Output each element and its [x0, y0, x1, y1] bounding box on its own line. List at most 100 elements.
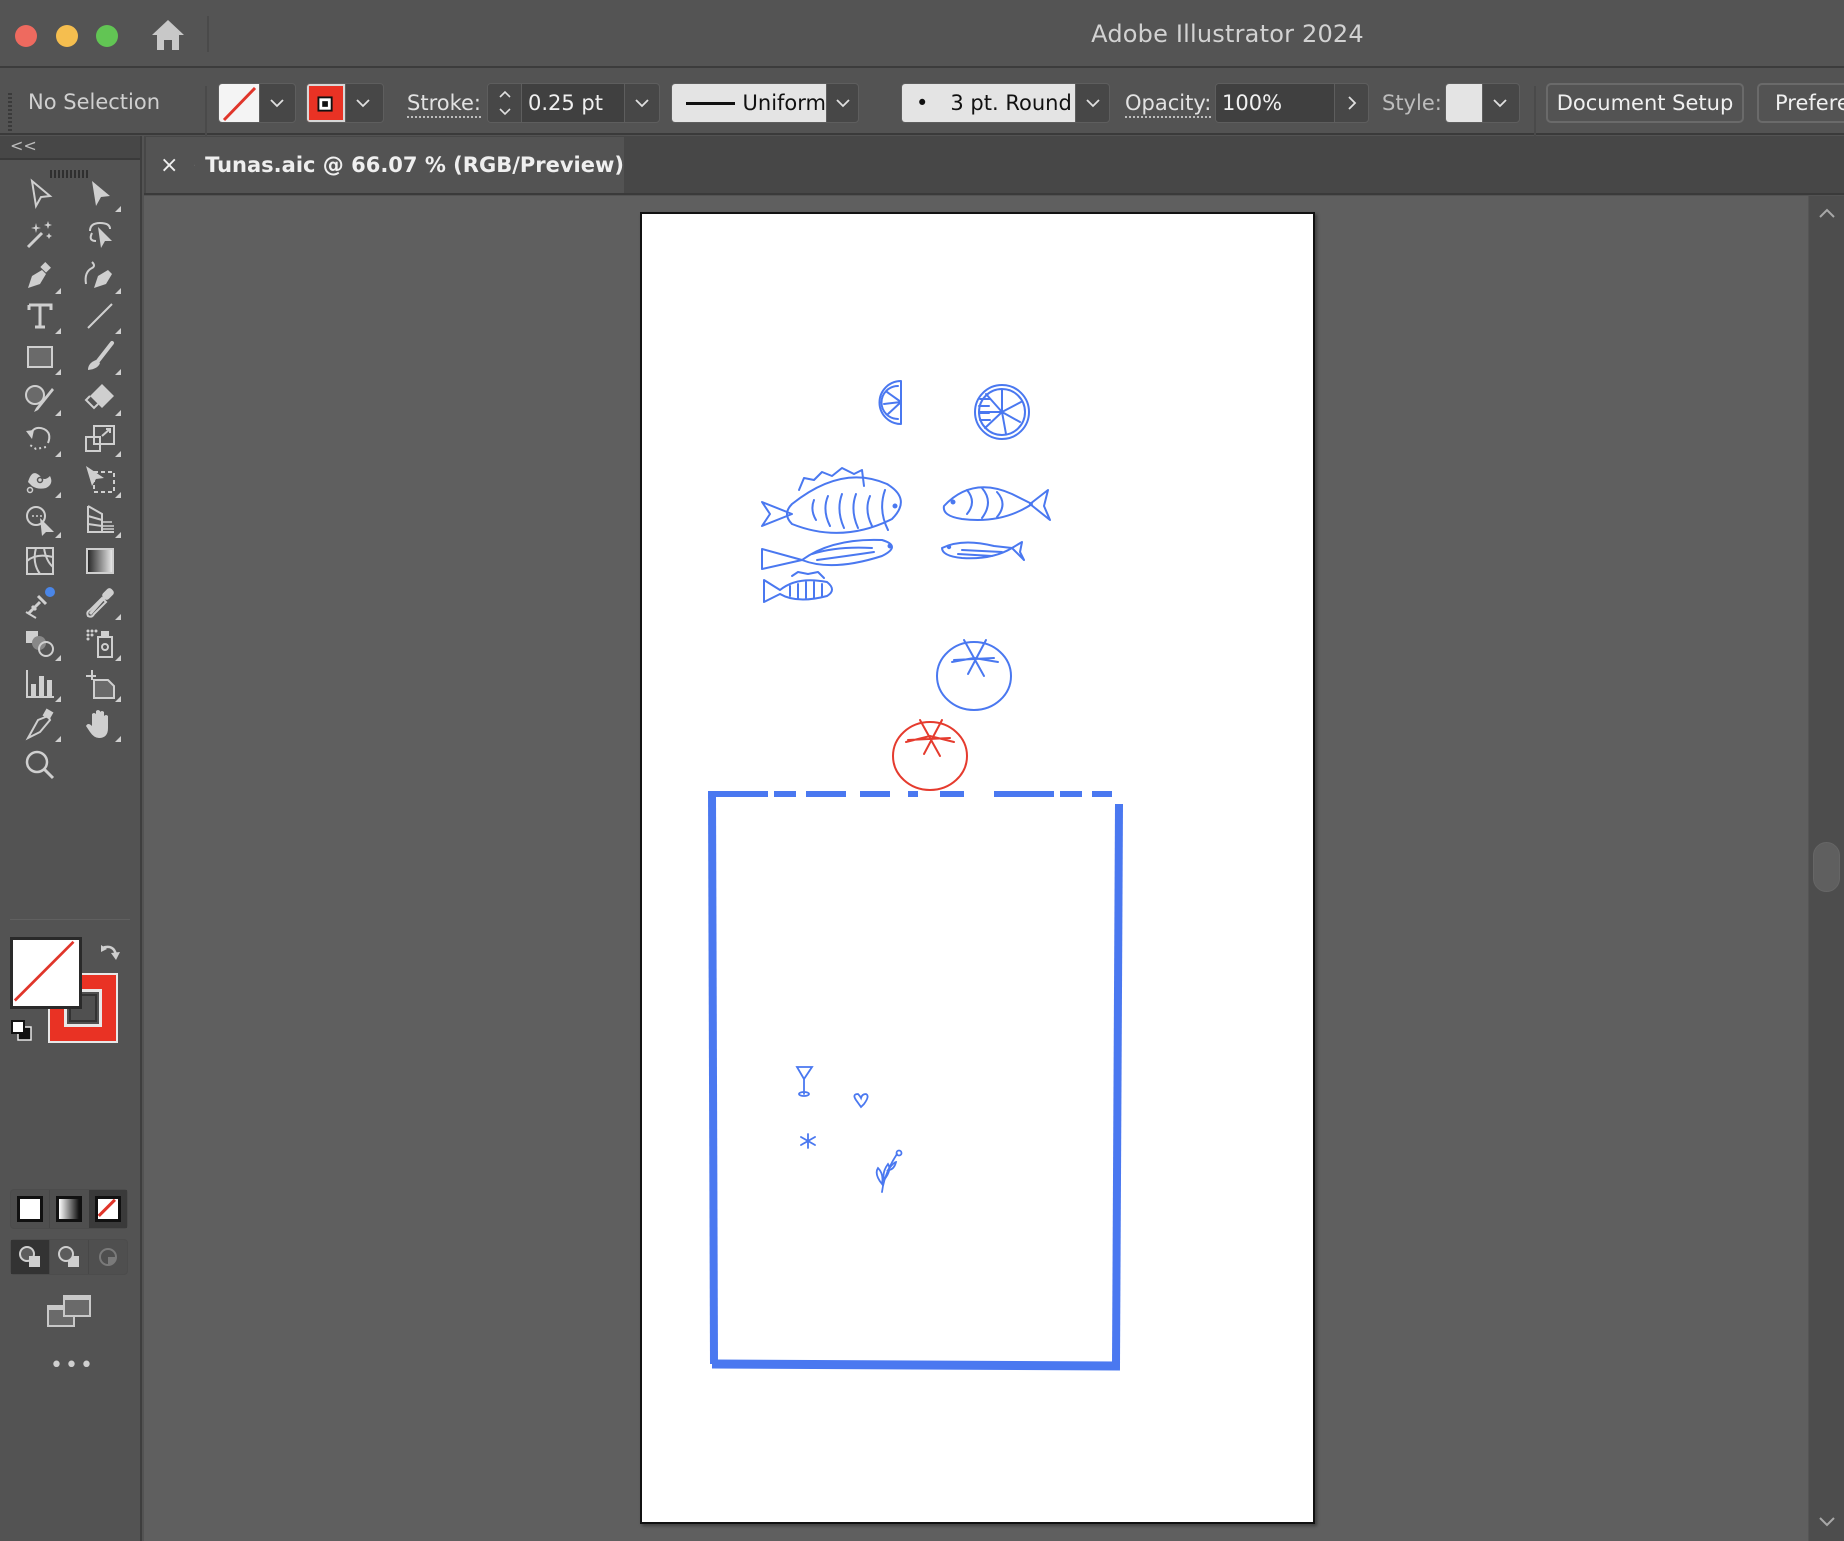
rotate-tool[interactable] — [15, 417, 65, 461]
profile-dropdown[interactable] — [826, 84, 858, 122]
style-swatch[interactable] — [1446, 84, 1482, 122]
scroll-up-icon[interactable] — [1818, 206, 1836, 220]
style-label: Style: — [1382, 91, 1442, 115]
color-mode-color[interactable] — [11, 1190, 49, 1228]
red-tomato-illustration[interactable] — [892, 719, 968, 791]
style-dropdown[interactable] — [1482, 84, 1516, 122]
long-fish-illustration[interactable] — [761, 538, 893, 570]
mesh-tool[interactable] — [15, 539, 65, 583]
brush-frame-illustration[interactable] — [708, 791, 1123, 1371]
vertical-scrollbar[interactable] — [1808, 196, 1844, 1541]
document-setup-button[interactable]: Document Setup — [1546, 83, 1744, 123]
opacity-expand[interactable] — [1334, 84, 1368, 122]
lemon-half-illustration[interactable] — [878, 380, 902, 425]
shaper-tool[interactable] — [15, 376, 65, 420]
document-tab[interactable]: × Tunas.aic @ 66.07 % (RGB/Preview) — [146, 137, 624, 193]
heart-illustration[interactable] — [853, 1093, 869, 1109]
artwork — [708, 380, 1123, 1371]
lasso-tool[interactable] — [75, 213, 125, 257]
draw-behind-button[interactable] — [49, 1240, 88, 1274]
eyedropper-tool[interactable] — [75, 580, 125, 624]
sardine-illustration[interactable] — [941, 541, 1025, 561]
column-graph-tool[interactable] — [15, 662, 65, 706]
curvature-icon — [84, 260, 112, 288]
scale-tool[interactable] — [75, 417, 125, 461]
draw-behind-icon — [58, 1246, 79, 1267]
shape-builder-tool[interactable] — [15, 498, 65, 542]
magic-wand-tool[interactable] — [15, 213, 65, 257]
perspective-grid-tool[interactable] — [75, 498, 125, 542]
fish-right-illustration[interactable] — [942, 486, 1051, 521]
direct-selection-tool[interactable] — [75, 172, 125, 216]
draw-normal-button[interactable] — [11, 1240, 49, 1274]
draw-inside-button[interactable] — [88, 1240, 127, 1274]
solid-color-icon — [17, 1196, 44, 1222]
stroke-label[interactable]: Stroke: — [407, 91, 481, 118]
collapse-panel-icon[interactable]: << — [10, 136, 37, 155]
hand-tool[interactable] — [75, 702, 125, 746]
fill-dropdown-arrow[interactable] — [259, 84, 293, 122]
sprig-illustration[interactable] — [875, 1149, 903, 1193]
blend-tool[interactable] — [15, 621, 65, 665]
edit-toolbar-button[interactable]: ••• — [50, 1353, 95, 1378]
control-bar-divider — [1534, 86, 1536, 138]
curvature-tool[interactable] — [75, 254, 125, 298]
brush-preview[interactable]: • 3 pt. Round — [902, 84, 1076, 122]
asterisk-illustration[interactable] — [800, 1133, 816, 1149]
scroll-down-icon[interactable] — [1818, 1515, 1836, 1529]
default-fill-stroke-icon[interactable] — [10, 1019, 34, 1043]
brush-definition[interactable]: • 3 pt. Round — [901, 83, 1110, 123]
selection-tool[interactable] — [15, 172, 65, 216]
stroke-swatch[interactable] — [307, 84, 345, 122]
opacity-field[interactable]: 100% — [1215, 83, 1369, 123]
draw-normal-icon — [19, 1246, 40, 1267]
large-fish-illustration[interactable] — [761, 467, 902, 534]
free-transform-tool[interactable] — [75, 458, 125, 502]
brush-label: 3 pt. Round — [950, 91, 1072, 115]
line-segment-tool[interactable] — [75, 294, 125, 338]
rectangle-tool[interactable] — [15, 335, 65, 379]
type-tool[interactable] — [15, 294, 65, 338]
stroke-dropdown-arrow[interactable] — [345, 84, 379, 122]
eyedropper-retype-tool[interactable] — [15, 580, 65, 624]
opacity-input[interactable]: 100% — [1216, 84, 1334, 122]
brush-dropdown[interactable] — [1075, 84, 1109, 122]
control-bar-grip[interactable] — [8, 93, 12, 131]
small-fish-illustration[interactable] — [763, 571, 833, 603]
gradient-tool[interactable] — [75, 539, 125, 583]
blend-icon — [26, 630, 54, 657]
lemon-slice-illustration[interactable] — [974, 384, 1030, 440]
symbol-sprayer-tool[interactable] — [75, 621, 125, 665]
fill-control[interactable] — [218, 83, 296, 123]
zoom-tool[interactable] — [15, 743, 65, 787]
artboard-tool[interactable] — [75, 662, 125, 706]
fill-proxy[interactable] — [10, 937, 82, 1009]
fill-swatch[interactable] — [219, 84, 259, 122]
lasso-icon — [89, 221, 112, 248]
swap-fill-stroke-icon[interactable] — [98, 941, 122, 965]
cocktail-glass-illustration[interactable] — [795, 1066, 814, 1097]
variable-width-profile[interactable]: Uniform — [671, 83, 859, 123]
preferences-button[interactable]: Preferences — [1757, 83, 1844, 123]
paintbrush-tool[interactable] — [75, 335, 125, 379]
stroke-weight-spinner[interactable] — [488, 84, 522, 122]
screen-mode-icon[interactable] — [46, 1294, 92, 1328]
stroke-weight-input[interactable]: 0.25 pt — [522, 84, 624, 122]
stroke-control[interactable] — [306, 83, 384, 123]
color-mode-gradient[interactable] — [49, 1190, 88, 1228]
eraser-tool[interactable] — [75, 376, 125, 420]
close-tab-icon[interactable]: × — [160, 153, 178, 178]
profile-preview[interactable]: Uniform — [672, 84, 826, 122]
color-mode-none[interactable] — [88, 1190, 127, 1228]
stroke-weight-field[interactable]: 0.25 pt — [487, 83, 660, 123]
slice-tool[interactable] — [15, 702, 65, 746]
pen-tool[interactable] — [15, 254, 65, 298]
canvas-area[interactable] — [144, 196, 1808, 1541]
blue-tomato-illustration[interactable] — [936, 639, 1012, 711]
artboard[interactable] — [640, 212, 1315, 1524]
opacity-label[interactable]: Opacity: — [1125, 91, 1212, 118]
graphic-style-picker[interactable] — [1445, 83, 1520, 123]
scroll-thumb[interactable] — [1813, 842, 1840, 892]
stroke-weight-dropdown[interactable] — [624, 84, 658, 122]
puppet-warp-tool[interactable] — [15, 458, 65, 502]
